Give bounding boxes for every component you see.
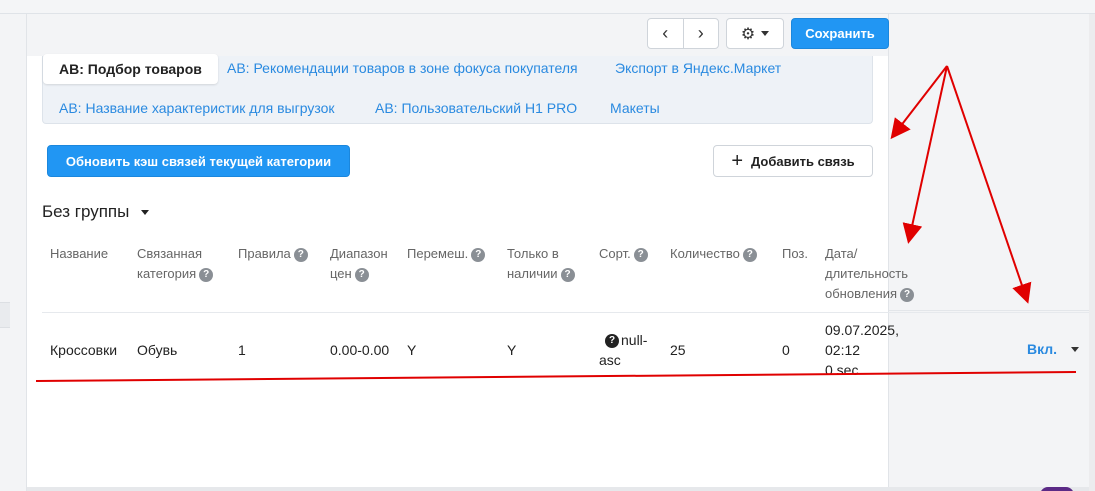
col-header-price-range[interactable]: Диапазон цен? [330, 244, 388, 284]
cell-shuffle: Y [407, 342, 417, 358]
col-header-label: Связанная [137, 246, 203, 261]
cell-price-range: 0.00-0.00 [330, 342, 390, 358]
cell-name: Кроссовки [50, 342, 118, 358]
help-icon[interactable]: ? [742, 247, 757, 262]
tab-ab-custom-h1-pro[interactable]: AB: Пользовательский H1 PRO [375, 100, 577, 116]
col-header-name[interactable]: Название [50, 244, 108, 264]
refresh-cache-button[interactable]: Обновить кэш связей текущей категории [47, 145, 350, 177]
col-header-label: Сорт. [599, 246, 631, 261]
tab-yandex-market-export[interactable]: Экспорт в Яндекс.Маркет [615, 60, 781, 76]
col-header-update-date[interactable]: Дата/ длительность обновления? [825, 244, 914, 304]
gear-icon: ⚙ [740, 25, 756, 43]
col-header-label: наличии [507, 266, 558, 281]
help-icon[interactable]: ? [633, 247, 648, 262]
chevron-left-icon: ‹ [662, 23, 669, 43]
tab-ab-characteristics-names[interactable]: AB: Название характеристик для выгрузок [59, 100, 335, 116]
cell-linked-category: Обувь [137, 342, 178, 358]
caret-down-icon [1071, 346, 1080, 352]
help-icon[interactable]: ? [199, 267, 214, 282]
table-divider [42, 312, 1089, 313]
cell-date: 09.07.2025, [825, 322, 899, 338]
pagination-nav: ‹ › [647, 18, 719, 49]
col-header-position[interactable]: Поз. [782, 244, 808, 264]
col-header-linked-category[interactable]: Связанная категория? [137, 244, 214, 284]
left-sidebar-edge [0, 14, 27, 491]
cell-sort-value: null- [621, 332, 648, 348]
bottom-scrollbar[interactable] [27, 487, 1089, 491]
add-link-label: Добавить связь [751, 153, 855, 169]
right-panel [888, 14, 1095, 491]
sidebar-notch [0, 302, 10, 328]
caret-down-icon [761, 31, 770, 36]
cell-rules: 1 [238, 342, 246, 358]
avatar[interactable] [1040, 487, 1074, 491]
col-header-label: Дата/ [825, 246, 858, 261]
vertical-scrollbar[interactable] [1089, 14, 1095, 491]
col-header-label: Только в [507, 246, 559, 261]
add-link-button[interactable]: + Добавить связь [713, 145, 873, 177]
help-icon[interactable]: ? [900, 287, 914, 302]
plus-icon: + [731, 150, 743, 172]
col-header-label: обновления [825, 286, 897, 301]
col-header-label: цен [330, 266, 352, 281]
help-icon[interactable]: ? [354, 267, 369, 282]
col-header-label: длительность [825, 266, 909, 281]
cell-time: 02:12 [825, 342, 861, 358]
col-header-name-label: Название [50, 246, 109, 261]
col-header-label: категория [137, 266, 197, 281]
cell-sort: ? null- asc [599, 330, 647, 370]
col-header-label: Диапазон [330, 246, 388, 261]
save-button[interactable]: Сохранить [791, 18, 889, 49]
help-icon[interactable]: ? [293, 247, 308, 262]
col-header-count[interactable]: Количество? [670, 244, 757, 264]
col-header-rules[interactable]: Правила? [238, 244, 308, 264]
status-label: Вкл. [1027, 341, 1058, 357]
col-header-label: Количество [670, 246, 740, 261]
cell-duration: 0 sec [825, 362, 859, 378]
cell-position: 0 [782, 342, 790, 358]
cell-sort-direction: asc [599, 352, 621, 368]
cell-update-date: 09.07.2025, 02:12 0 sec [825, 320, 899, 380]
next-button[interactable]: › [682, 19, 719, 48]
col-header-in-stock[interactable]: Только в наличии? [507, 244, 575, 284]
chevron-right-icon: › [697, 23, 704, 43]
group-title: Без группы [42, 202, 130, 221]
caret-down-icon [141, 209, 150, 215]
help-icon[interactable]: ? [471, 247, 486, 262]
help-icon[interactable]: ? [560, 267, 575, 282]
tab-ab-product-selection[interactable]: AB: Подбор товаров [43, 54, 218, 84]
help-icon[interactable]: ? [605, 334, 619, 349]
status-dropdown[interactable]: Вкл. [1027, 341, 1080, 357]
col-header-sort[interactable]: Сорт.? [599, 244, 648, 264]
settings-dropdown-button[interactable]: ⚙ [726, 18, 784, 49]
tab-layouts[interactable]: Макеты [610, 100, 660, 116]
tab-ab-recommendations[interactable]: AB: Рекомендации товаров в зоне фокуса п… [227, 60, 578, 76]
col-header-shuffle[interactable]: Перемеш.? [407, 244, 486, 264]
cell-count: 25 [670, 342, 686, 358]
cell-in-stock: Y [507, 342, 517, 358]
right-panel-divider [889, 310, 1095, 311]
col-header-label: Перемеш. [407, 246, 469, 261]
col-header-label: Правила [238, 246, 291, 261]
col-header-label: Поз. [782, 246, 808, 261]
prev-button[interactable]: ‹ [648, 19, 683, 48]
top-bar [0, 0, 1095, 14]
group-toggle[interactable]: Без группы [42, 202, 150, 222]
